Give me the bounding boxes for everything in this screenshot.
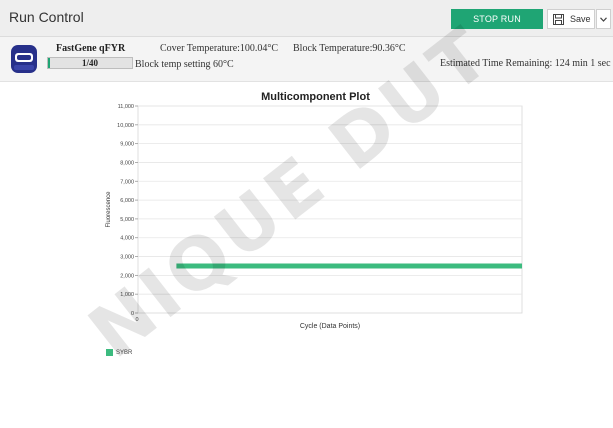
y-tick-label: 4,000 — [120, 236, 134, 242]
y-tick-label: 10,000 — [117, 123, 134, 129]
chart-legend: SYBR — [106, 349, 132, 356]
y-tick-label: 0 — [131, 311, 134, 317]
x-axis-label: Cycle (Data Points) — [300, 323, 360, 330]
y-tick-label: 1,000 — [120, 292, 134, 298]
plot-area — [137, 105, 523, 314]
y-tick-label: 11,000 — [118, 104, 134, 110]
y-tick-label: 2,000 — [120, 273, 134, 279]
y-tick-label: 6,000 — [120, 198, 134, 204]
y-axis-label: Fluorescence — [106, 191, 112, 228]
legend-swatch — [106, 349, 113, 356]
y-tick-label: 5,000 — [120, 217, 134, 223]
y-tick-label: 3,000 — [120, 255, 134, 261]
y-tick-label: 9,000 — [120, 142, 134, 148]
y-tick-label: 7,000 — [120, 179, 134, 185]
multicomponent-plot: 0 1,000 2,000 3,000 4,000 5,000 6,000 7,000 8,00… — [106, 104, 523, 330]
x-tick-label: 0 — [135, 317, 138, 323]
legend-label: SYBR — [116, 349, 133, 356]
y-tick-label: 8,000 — [120, 160, 134, 166]
